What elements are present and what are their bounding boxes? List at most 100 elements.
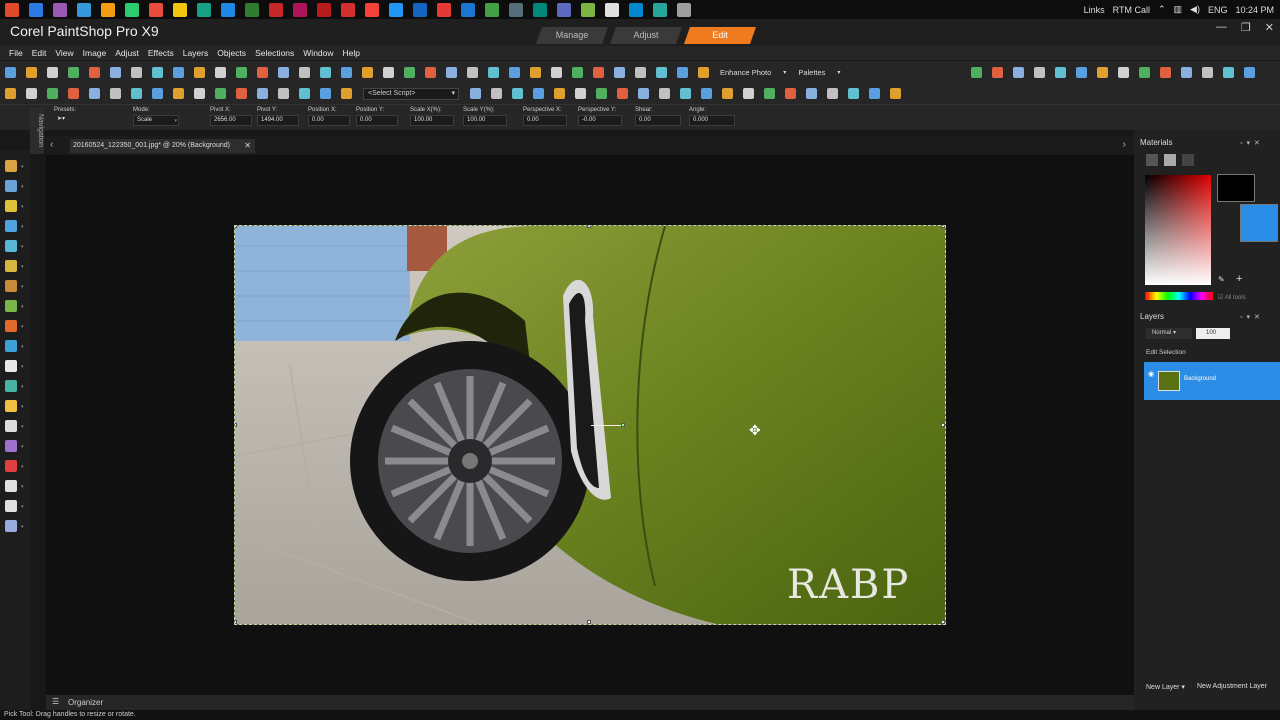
blend-mode-dropdown[interactable]: Normal ▾	[1146, 328, 1192, 339]
close-icon[interactable]: ✕	[244, 139, 251, 153]
resize-handle[interactable]	[941, 226, 945, 228]
toolbar-button-icon[interactable]	[1139, 66, 1151, 78]
toolbar-button-icon[interactable]	[278, 88, 289, 99]
toolbar-button-icon[interactable]	[533, 88, 544, 99]
scale-x-input[interactable]: 100.00	[410, 115, 454, 126]
chevron-down-icon[interactable]: ▾	[21, 164, 24, 170]
menu-effects[interactable]: Effects	[148, 48, 174, 58]
chevron-down-icon[interactable]: ▾	[21, 404, 24, 410]
toolbar-button-icon[interactable]	[1013, 66, 1025, 78]
tool-icon[interactable]	[5, 320, 17, 332]
toolbar-button-icon[interactable]	[362, 66, 373, 78]
resize-handle[interactable]	[235, 620, 237, 624]
tool-icon[interactable]	[5, 460, 17, 472]
palettes-button[interactable]: Palettes	[798, 68, 825, 77]
toolbar-button-icon[interactable]	[743, 88, 754, 99]
taskbar-app-icon[interactable]	[149, 2, 163, 17]
toolbar-button-icon[interactable]	[1160, 66, 1172, 78]
chevron-down-icon[interactable]: ▾	[21, 424, 24, 430]
toolbar-button-icon[interactable]	[257, 88, 268, 99]
resize-handle[interactable]	[235, 423, 237, 427]
taskbar-app-icon[interactable]	[269, 2, 283, 17]
toolbar-button-icon[interactable]	[341, 66, 352, 78]
rainbow-view-icon[interactable]	[1164, 154, 1176, 166]
chevron-down-icon[interactable]: ▾	[21, 324, 24, 330]
tool-icon[interactable]	[5, 500, 17, 512]
menu-help[interactable]: Help	[343, 48, 360, 58]
hue-slider[interactable]	[1145, 292, 1213, 300]
chevron-down-icon[interactable]: ▾	[21, 464, 24, 470]
taskbar-app-icon[interactable]	[461, 2, 475, 17]
taskbar-app-icon[interactable]	[5, 2, 19, 17]
chevron-down-icon[interactable]: ▾	[21, 344, 24, 350]
tool-icon[interactable]	[5, 380, 17, 392]
toolbar-button-icon[interactable]	[593, 66, 604, 78]
chevron-down-icon[interactable]: ▾	[21, 204, 24, 210]
chevron-down-icon[interactable]: ▾	[21, 504, 24, 510]
volume-icon[interactable]: ◀)	[1190, 4, 1200, 15]
toolbar-button-icon[interactable]	[68, 66, 79, 78]
toolbar-button-icon[interactable]	[530, 66, 541, 78]
tool-icon[interactable]	[5, 420, 17, 432]
toolbar-button-icon[interactable]	[971, 66, 983, 78]
clock[interactable]: 10:24 PM	[1235, 5, 1274, 15]
tool-icon[interactable]	[5, 200, 17, 212]
toolbar-button-icon[interactable]	[701, 88, 712, 99]
pivot-x-input[interactable]: 2656.00	[210, 115, 252, 126]
mode-dropdown[interactable]: Scale ▾	[133, 115, 179, 126]
chevron-up-icon[interactable]: ⌃	[1158, 4, 1166, 15]
chevron-down-icon[interactable]: ▾	[21, 224, 24, 230]
taskbar-app-icon[interactable]	[221, 2, 235, 17]
organizer-label[interactable]: Organizer	[68, 698, 103, 707]
chevron-down-icon[interactable]: ▾	[21, 384, 24, 390]
toolbar-button-icon[interactable]	[404, 66, 415, 78]
toolbar-button-icon[interactable]	[5, 88, 16, 99]
toolbar-button-icon[interactable]	[26, 88, 37, 99]
toolbar-button-icon[interactable]	[512, 88, 523, 99]
toolbar-button-icon[interactable]	[827, 88, 838, 99]
toolbar-button-icon[interactable]	[677, 66, 688, 78]
tool-icon[interactable]	[5, 220, 17, 232]
chevron-down-icon[interactable]: ▾	[21, 444, 24, 450]
toolbar-button-icon[interactable]	[299, 88, 310, 99]
chevron-down-icon[interactable]: ▾	[21, 364, 24, 370]
document-tab[interactable]: 20160524_122350_001.jpg* @ 20% (Backgrou…	[70, 139, 255, 153]
taskbar-app-icon[interactable]	[557, 2, 571, 17]
chevron-right-icon[interactable]: ›	[1123, 139, 1126, 150]
toolbar-button-icon[interactable]	[572, 66, 583, 78]
chevron-down-icon[interactable]: ▾	[21, 184, 24, 190]
chevron-down-icon[interactable]: ▾	[21, 524, 24, 530]
tool-icon[interactable]	[5, 480, 17, 492]
taskbar-app-icon[interactable]	[29, 2, 43, 17]
taskbar-app-icon[interactable]	[53, 2, 67, 17]
toolbar-button-icon[interactable]	[722, 88, 733, 99]
new-adjustment-layer-button[interactable]: New Adjustment Layer	[1197, 683, 1280, 690]
toolbar-button-icon[interactable]	[47, 88, 58, 99]
toolbar-button-icon[interactable]	[635, 66, 646, 78]
menu-file[interactable]: File	[9, 48, 23, 58]
chevron-down-icon[interactable]: ▾	[21, 284, 24, 290]
perspective-y-input[interactable]: -0.00	[578, 115, 622, 126]
taskbar-app-icon[interactable]	[437, 2, 451, 17]
chevron-down-icon[interactable]: ▾	[21, 484, 24, 490]
all-tools-checkbox[interactable]: ☑ All tools	[1218, 294, 1246, 301]
toolbar-button-icon[interactable]	[764, 88, 775, 99]
taskbar-app-icon[interactable]	[101, 2, 115, 17]
color-picker-field[interactable]	[1145, 175, 1211, 285]
menu-view[interactable]: View	[55, 48, 73, 58]
toolbar-button-icon[interactable]	[194, 66, 205, 78]
toolbar-button-icon[interactable]	[1181, 66, 1193, 78]
toolbar-button-icon[interactable]	[89, 66, 100, 78]
chevron-left-icon[interactable]: ‹	[50, 139, 53, 150]
tool-icon[interactable]	[5, 180, 17, 192]
toolbar-button-icon[interactable]	[215, 66, 226, 78]
resize-handle[interactable]	[587, 226, 591, 228]
shear-input[interactable]: 0.00	[635, 115, 681, 126]
rtm-call[interactable]: RTM Call	[1113, 5, 1150, 15]
frame-view-icon[interactable]	[1146, 154, 1158, 166]
menu-adjust[interactable]: Adjust	[115, 48, 139, 58]
chevron-down-icon[interactable]: ▾	[21, 304, 24, 310]
toolbar-button-icon[interactable]	[236, 88, 247, 99]
toolbar-button-icon[interactable]	[446, 66, 457, 78]
tool-icon[interactable]	[5, 340, 17, 352]
